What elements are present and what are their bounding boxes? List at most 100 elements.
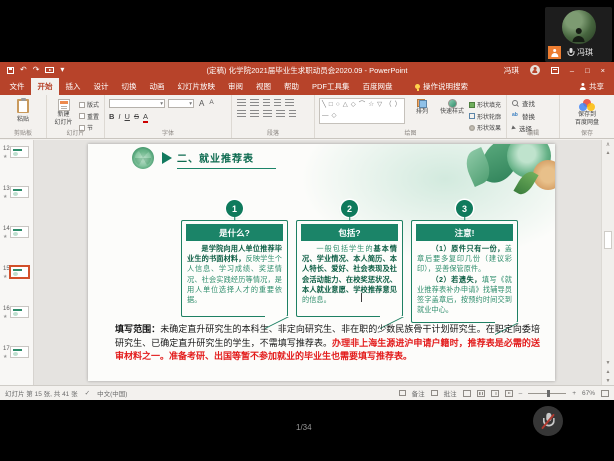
card-what-is-it[interactable]: 1 是什么? 是学院向用人单位推荐毕业生的书面材料，反映学生个人信息、学习成绩、… [181,200,288,317]
fit-to-window-button[interactable] [601,390,609,397]
paste-button[interactable]: 粘贴 [0,99,46,123]
mute-button[interactable] [533,406,563,436]
tab-home[interactable]: 开始 [31,78,59,95]
shape-glyph[interactable]: ⌒ [359,100,366,110]
scrollbar-track[interactable] [602,159,614,358]
scrollbar-thumb[interactable] [604,231,612,249]
tab-file[interactable]: 文件 [3,78,31,95]
slideshow-view-button[interactable] [505,390,513,397]
tab-slideshow[interactable]: 幻灯片放映 [171,78,222,95]
increase-indent-icon[interactable] [274,99,281,106]
zoom-level[interactable]: 67% [582,390,595,397]
comments-toggle[interactable]: 批注 [444,388,457,398]
shape-glyph[interactable]: ） [395,100,402,110]
underline-button[interactable]: U [125,112,130,121]
layout-button[interactable]: 版式 [79,100,99,109]
justify-icon[interactable] [276,110,285,117]
shrink-font-button[interactable]: A [209,99,213,108]
thumbnail-slide-12[interactable]: 12 ★ [0,143,33,183]
tab-animations[interactable]: 动画 [143,78,171,95]
slide-canvas[interactable]: 二、就业推荐表 1 是什么? 是学院向用人单位推荐毕业生的书面材料，反映学生个人… [88,144,555,381]
zoom-out-button[interactable]: – [519,390,523,397]
close-button[interactable]: × [601,66,605,75]
decrease-indent-icon[interactable] [263,99,270,106]
font-size-dropdown[interactable]: ▾ [168,99,194,108]
font-color-button[interactable]: A [143,113,148,123]
grow-font-button[interactable]: A [199,99,204,108]
numbered-list-icon[interactable] [250,99,259,106]
thumbnail-slide-16[interactable]: 16 ★ [0,303,33,343]
scroll-down-button[interactable]: ▼ [606,358,611,367]
minimize-button[interactable]: – [570,66,574,75]
slide-thumbnail-panel[interactable]: 12 ★ 13 ★ 14 ★ 15 ★ 16 ★ [0,140,34,385]
shape-glyph[interactable]: （ [385,100,392,110]
zoom-slider[interactable] [528,393,566,394]
reset-button[interactable]: 重置 [79,112,99,121]
card-attention[interactable]: 3 注意! （1）原件只有一份，盖章后要多复印几份（建议彩印），妥善保管原件。 … [411,200,518,323]
next-slide-button[interactable]: ▼ [606,376,611,385]
account-avatar[interactable] [530,65,540,75]
line-spacing-icon[interactable] [285,99,294,106]
font-name-dropdown[interactable]: ▾ [109,99,165,108]
thumbnail-preview[interactable] [10,146,29,158]
find-button[interactable]: 查找 [512,98,559,108]
bold-button[interactable]: B [109,112,114,121]
reading-view-button[interactable] [491,390,499,397]
account-name[interactable]: 冯琪 [504,65,519,76]
shape-glyph[interactable]: — [322,111,329,121]
bullet-list-icon[interactable] [237,99,246,106]
align-left-icon[interactable] [237,110,246,117]
tab-baidu-netdisk[interactable]: 百度网盘 [356,78,399,95]
thumbnail-slide-13[interactable]: 13 ★ [0,183,33,223]
replace-button[interactable]: ab替换 [512,111,559,121]
share-button[interactable]: 共享 [579,78,614,95]
shapes-gallery[interactable]: ╲ □ ○ △ ◇ ⌒ ☆ ▽ （ ） — ◇ [319,98,405,124]
shape-glyph[interactable]: ☆ [368,100,374,110]
thumbnail-preview[interactable] [9,265,30,279]
tab-view[interactable]: 视图 [250,78,278,95]
thumbnail-slide-15-selected[interactable]: 15 ★ [0,263,33,303]
scope-text-block[interactable]: 填写范围：未确定直升研究生的本科生、非定向研究生、非在职的少数民族骨干计划研究生… [115,323,540,364]
vertical-scrollbar[interactable]: ∧ ▲ ▼ ▲ ▼ [601,140,614,385]
shape-glyph[interactable]: ◇ [351,100,356,110]
qat-dropdown-icon[interactable]: ▾ [60,66,64,74]
shape-glyph[interactable]: △ [343,100,348,110]
shape-glyph[interactable]: ○ [336,100,340,110]
tab-insert[interactable]: 插入 [59,78,87,95]
thumbnail-slide-14[interactable]: 14 ★ [0,223,33,263]
slide-sorter-view-button[interactable] [477,390,485,397]
thumbnail-preview[interactable] [10,186,29,198]
align-center-icon[interactable] [250,110,259,117]
participant-video-tile[interactable]: 冯琪 [545,7,612,62]
maximize-button[interactable]: □ [585,66,590,75]
shape-glyph[interactable]: ▽ [377,100,382,110]
redo-icon[interactable]: ↷ [33,66,40,74]
zoom-slider-thumb[interactable] [547,390,550,397]
ribbon-display-options-icon[interactable] [551,67,559,74]
thumbnail-preview[interactable] [10,306,29,318]
normal-view-button[interactable] [463,390,471,397]
collapse-ribbon-icon[interactable]: ∧ [606,141,610,148]
columns-icon[interactable] [289,110,296,117]
tab-design[interactable]: 设计 [87,78,115,95]
thumbnail-preview[interactable] [10,226,29,238]
tell-me-search[interactable]: 操作说明搜索 [415,78,468,95]
tab-transitions[interactable]: 切换 [115,78,143,95]
scroll-up-button[interactable]: ▲ [606,148,611,157]
tab-pdf-tools[interactable]: PDF工具集 [306,78,357,95]
shape-glyph[interactable]: ◇ [332,111,337,121]
notes-toggle[interactable]: 备注 [412,388,425,398]
save-to-baidu-button[interactable]: 保存到 百度网盘 [560,99,614,127]
tab-help[interactable]: 帮助 [278,78,306,95]
thumbnail-slide-17[interactable]: 17 ★ [0,343,33,383]
thumbnail-preview[interactable] [10,346,29,358]
shape-fill-button[interactable]: 形状填充 [469,100,501,109]
start-slideshow-icon[interactable] [45,67,54,73]
italic-button[interactable]: I [118,112,120,121]
strikethrough-button[interactable]: S [134,112,139,121]
shape-glyph[interactable]: ╲ [322,100,326,110]
tab-review[interactable]: 审阅 [222,78,250,95]
zoom-in-button[interactable]: + [572,390,576,397]
save-icon[interactable] [7,67,14,74]
previous-slide-button[interactable]: ▲ [606,367,611,376]
